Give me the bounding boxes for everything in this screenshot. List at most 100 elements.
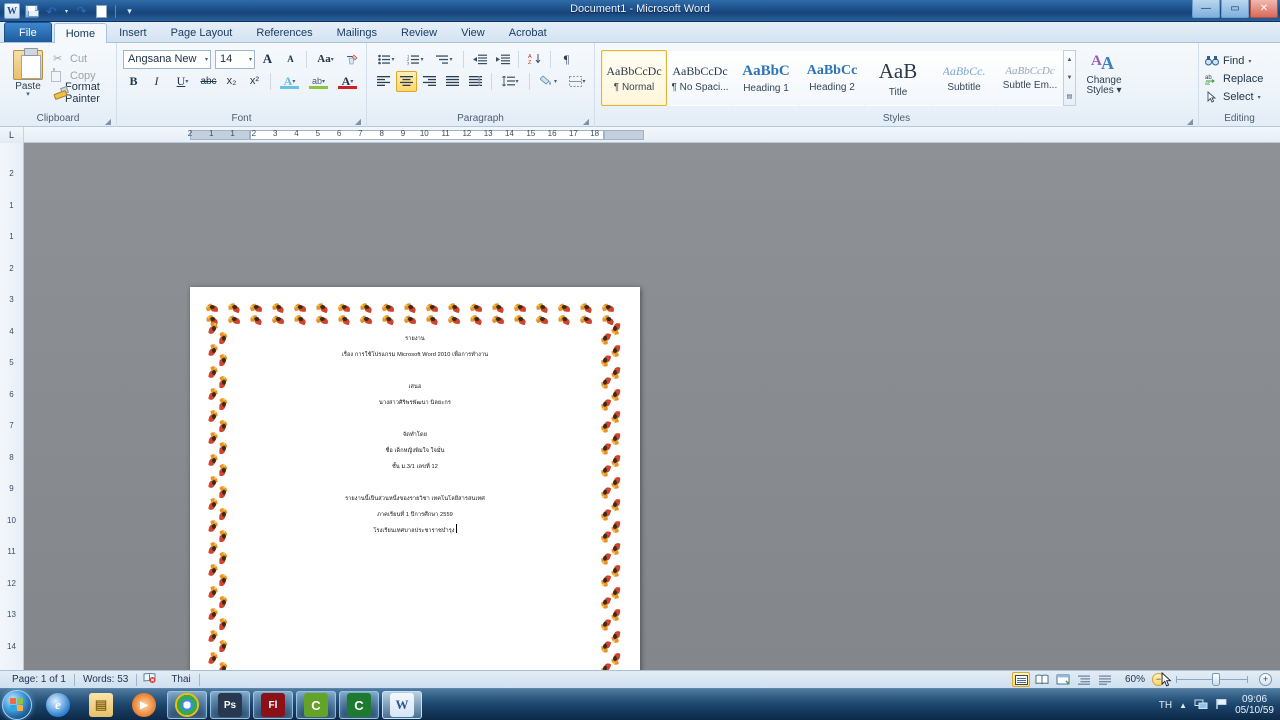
- minimize-button[interactable]: —: [1192, 0, 1220, 18]
- font-size-combo[interactable]: 14 ▾: [215, 49, 255, 69]
- styles-scroll-up-button[interactable]: ▲: [1064, 51, 1075, 69]
- proofing-errors-icon[interactable]: [137, 672, 163, 687]
- line-spacing-button[interactable]: ▾: [497, 71, 524, 92]
- taskbar-item-camtasia-recorder[interactable]: C: [339, 691, 379, 719]
- tab-insert[interactable]: Insert: [107, 22, 159, 42]
- align-right-button[interactable]: [419, 71, 440, 92]
- strikethrough-button[interactable]: abc: [198, 71, 219, 92]
- borders-button[interactable]: ▾: [564, 71, 591, 92]
- tab-references[interactable]: References: [244, 22, 324, 42]
- zoom-out-button[interactable]: −: [1152, 673, 1165, 686]
- shrink-font-button[interactable]: A: [280, 49, 301, 70]
- format-painter-button[interactable]: Format Painter: [50, 81, 110, 105]
- start-button[interactable]: [2, 690, 32, 720]
- taskbar-item-microsoft-word[interactable]: W: [382, 691, 422, 719]
- zoom-in-button[interactable]: +: [1259, 673, 1272, 686]
- paste-button[interactable]: Paste ▾: [6, 48, 50, 98]
- numbering-button[interactable]: 1 2 3 ▾: [402, 49, 429, 70]
- document-text[interactable]: รายงาน เรื่อง การใช้โปรแกรม Microsoft Wor…: [230, 331, 600, 539]
- multilevel-list-button[interactable]: ▾: [431, 49, 458, 70]
- close-button[interactable]: ✕: [1250, 0, 1278, 18]
- grow-font-button[interactable]: A: [257, 49, 278, 70]
- italic-button[interactable]: I: [146, 71, 167, 92]
- styles-gallery-scrollbar[interactable]: ▲ ▼ ▤: [1063, 50, 1076, 106]
- taskbar-item-internet-explorer[interactable]: e: [38, 691, 78, 719]
- cut-button[interactable]: ✂ Cut: [50, 50, 110, 67]
- view-outline-button[interactable]: [1075, 672, 1093, 687]
- zoom-level-label[interactable]: 60%: [1117, 674, 1149, 685]
- highlight-button[interactable]: ab ▾: [305, 71, 332, 92]
- action-center-flag-icon[interactable]: [1215, 698, 1228, 713]
- taskbar-item-adobe-flash[interactable]: Fl: [253, 691, 293, 719]
- paste-caret-icon[interactable]: ▾: [26, 91, 30, 98]
- style-subtitle[interactable]: AaBbCc. Subtitle: [931, 50, 997, 106]
- tab-file[interactable]: File: [4, 22, 52, 42]
- style-no-spacing[interactable]: AaBbCcDc ¶ No Spaci...: [667, 50, 733, 106]
- taskbar-item-windows-media-player[interactable]: ▶: [124, 691, 164, 719]
- show-formatting-marks-button[interactable]: ¶: [556, 49, 577, 70]
- subscript-button[interactable]: x₂: [221, 71, 242, 92]
- page-indicator[interactable]: Page: 1 of 1: [4, 674, 74, 685]
- tab-page-layout[interactable]: Page Layout: [159, 22, 245, 42]
- taskbar-item-google-chrome[interactable]: [167, 691, 207, 719]
- replace-button[interactable]: ab ac Replace: [1205, 70, 1263, 88]
- change-case-button[interactable]: Aa ▾: [312, 49, 339, 70]
- clock[interactable]: 09:06 05/10/59: [1235, 694, 1274, 716]
- document-area[interactable]: L 2 1 1 2 3 4 5 6 7 8 9 10 11 12 13 14 15 16 17 18 21123456…: [0, 127, 1280, 670]
- paragraph-dialog-launcher[interactable]: ◢: [583, 117, 589, 126]
- styles-scroll-down-button[interactable]: ▼: [1064, 69, 1075, 87]
- zoom-slider-thumb[interactable]: [1212, 673, 1220, 686]
- select-button[interactable]: Select ▾: [1205, 88, 1261, 106]
- superscript-button[interactable]: x²: [244, 71, 265, 92]
- find-caret-icon[interactable]: ▾: [1248, 58, 1251, 65]
- language-bar[interactable]: TH: [1159, 700, 1172, 711]
- increase-indent-button[interactable]: [492, 49, 513, 70]
- styles-dialog-launcher[interactable]: ◢: [1187, 117, 1193, 126]
- style-heading-1[interactable]: AaBbC Heading 1: [733, 50, 799, 106]
- justify-button[interactable]: [442, 71, 463, 92]
- underline-button[interactable]: U ▾: [169, 71, 196, 92]
- view-web-layout-button[interactable]: [1054, 672, 1072, 687]
- tab-review[interactable]: Review: [389, 22, 449, 42]
- vertical-ruler[interactable]: 2112345678910111213141516: [0, 143, 24, 670]
- style-normal[interactable]: AaBbCcDc ¶ Normal: [601, 50, 667, 106]
- network-icon[interactable]: [1194, 698, 1208, 713]
- shading-button[interactable]: ▾: [535, 71, 562, 92]
- tab-mailings[interactable]: Mailings: [325, 22, 389, 42]
- tab-view[interactable]: View: [449, 22, 497, 42]
- align-left-button[interactable]: [373, 71, 394, 92]
- select-caret-icon[interactable]: ▾: [1258, 94, 1261, 101]
- horizontal-ruler[interactable]: L 2 1 1 2 3 4 5 6 7 8 9 10 11 12 13 14 15 16 17 18: [0, 127, 1280, 143]
- font-color-button[interactable]: A ▾: [334, 71, 361, 92]
- bullets-button[interactable]: ▾: [373, 49, 400, 70]
- tab-selector-button[interactable]: L: [0, 127, 24, 143]
- word-count[interactable]: Words: 53: [75, 674, 136, 685]
- view-draft-button[interactable]: [1096, 672, 1114, 687]
- taskbar-item-camtasia-studio[interactable]: C: [296, 691, 336, 719]
- text-effects-button[interactable]: A ▾: [276, 71, 303, 92]
- view-print-layout-button[interactable]: [1012, 672, 1030, 687]
- font-dialog-launcher[interactable]: ◢: [355, 117, 361, 126]
- style-heading-2[interactable]: AaBbCc Heading 2: [799, 50, 865, 106]
- sort-button[interactable]: A Z: [524, 49, 545, 70]
- zoom-slider[interactable]: [1168, 672, 1256, 687]
- distributed-button[interactable]: [465, 71, 486, 92]
- find-button[interactable]: Find ▾: [1205, 52, 1251, 70]
- maximize-button[interactable]: ▭: [1221, 0, 1249, 18]
- document-page[interactable]: รายงาน เรื่อง การใช้โปรแกรม Microsoft Wor…: [190, 287, 640, 670]
- decrease-indent-button[interactable]: [469, 49, 490, 70]
- clear-formatting-button[interactable]: [341, 49, 362, 70]
- bold-button[interactable]: B: [123, 71, 144, 92]
- font-name-combo[interactable]: Angsana New ▾: [123, 49, 211, 69]
- styles-more-button[interactable]: ▤: [1064, 87, 1075, 105]
- view-full-screen-reading-button[interactable]: [1033, 672, 1051, 687]
- taskbar-item-windows-explorer[interactable]: ▤: [81, 691, 121, 719]
- show-hidden-icons-button[interactable]: ▲: [1179, 701, 1187, 710]
- style-title[interactable]: AaB Title: [865, 50, 931, 106]
- align-center-button[interactable]: [396, 70, 417, 92]
- language-indicator[interactable]: Thai: [163, 674, 198, 685]
- taskbar-item-adobe-photoshop[interactable]: Ps: [210, 691, 250, 719]
- tab-home[interactable]: Home: [53, 23, 108, 43]
- tab-acrobat[interactable]: Acrobat: [497, 22, 559, 42]
- style-subtle-emphasis[interactable]: AaBbCcDc Subtle Em...: [997, 50, 1063, 106]
